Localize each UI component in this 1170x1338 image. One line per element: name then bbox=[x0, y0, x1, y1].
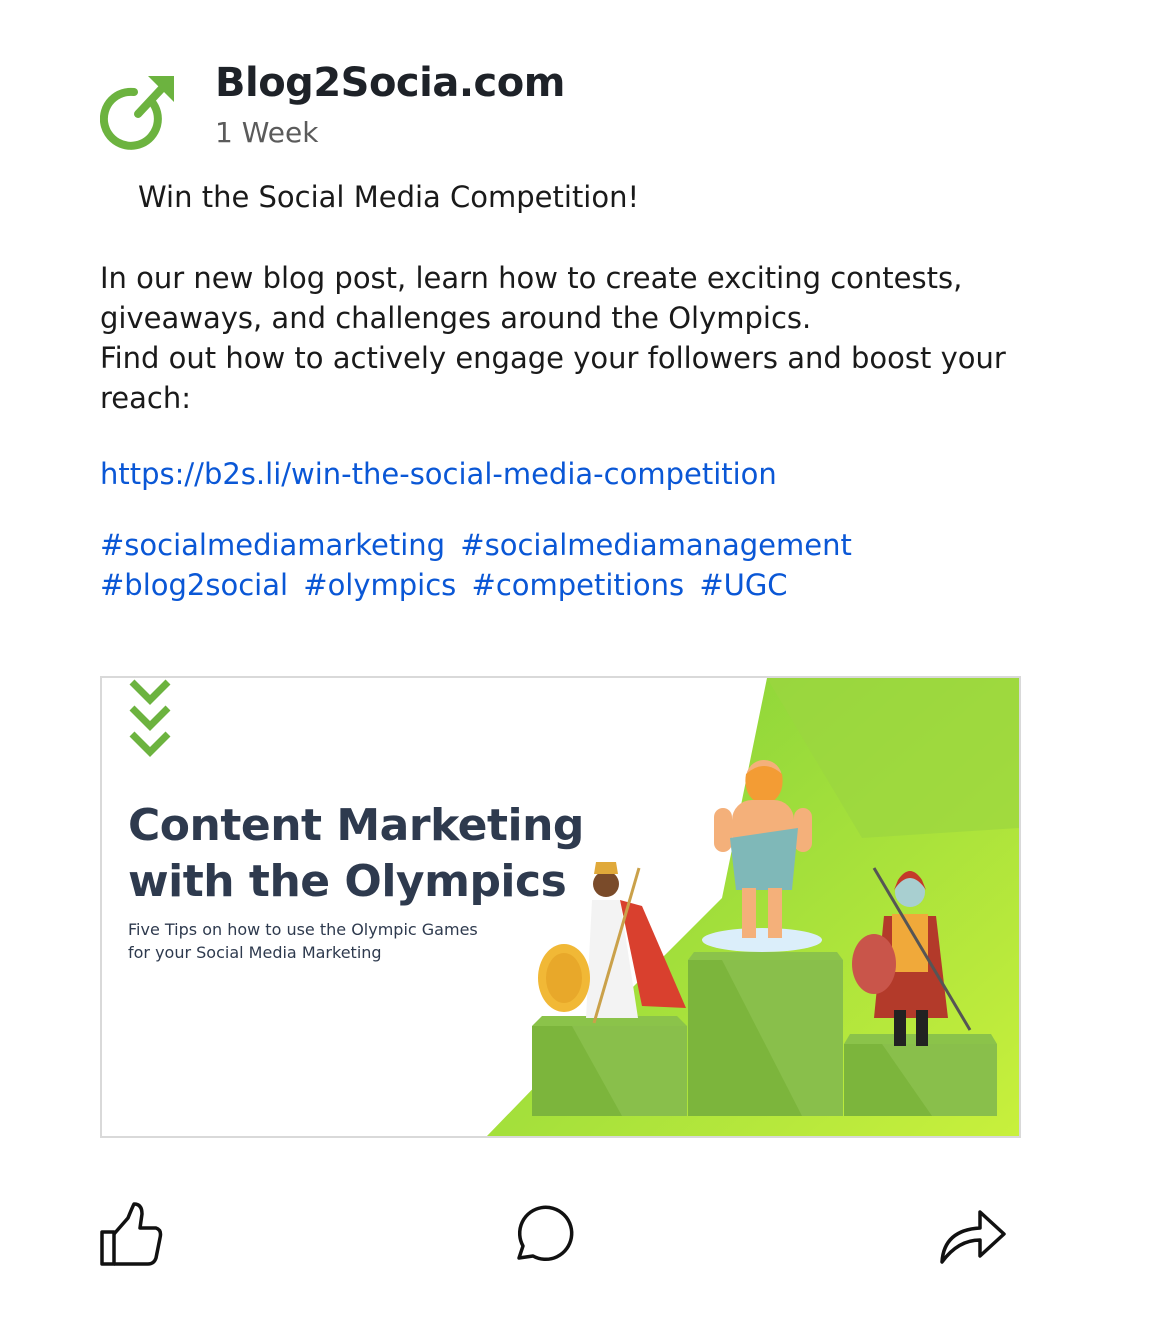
hashtag[interactable]: #UGC bbox=[699, 568, 787, 602]
hashtag[interactable]: #blog2social bbox=[100, 568, 288, 602]
image-title: Content Marketing with the Olympics bbox=[128, 798, 584, 910]
thumbs-up-icon bbox=[100, 1202, 163, 1266]
hashtag[interactable]: #socialmediamarketing bbox=[100, 528, 445, 562]
post-timestamp: 1 Week bbox=[215, 116, 319, 149]
image-subtitle-line: for your Social Media Marketing bbox=[128, 943, 382, 962]
image-subtitle-line: Five Tips on how to use the Olympic Game… bbox=[128, 920, 478, 939]
share-arrow-circle-icon bbox=[99, 76, 174, 150]
avatar[interactable] bbox=[99, 72, 180, 152]
comment-bubble-icon bbox=[517, 1205, 574, 1262]
post-headline: Win the Social Media Competition! bbox=[138, 180, 640, 214]
post-link[interactable]: https://b2s.li/win-the-social-media-comp… bbox=[100, 457, 777, 491]
hashtag[interactable]: #socialmediamanagement bbox=[460, 528, 852, 562]
post-body: In our new blog post, learn how to creat… bbox=[100, 258, 1020, 418]
hashtag-list: #socialmediamarketing #socialmediamanage… bbox=[100, 525, 1060, 605]
image-title-line: Content Marketing bbox=[128, 800, 584, 851]
chevrons-icon bbox=[129, 679, 171, 757]
post-body-paragraph: Find out how to actively engage your fol… bbox=[100, 341, 1006, 415]
share-button[interactable] bbox=[936, 1198, 1006, 1268]
like-button[interactable] bbox=[96, 1198, 166, 1268]
comment-button[interactable] bbox=[505, 1198, 575, 1268]
image-subtitle: Five Tips on how to use the Olympic Game… bbox=[128, 918, 478, 964]
image-title-line: with the Olympics bbox=[128, 856, 567, 907]
share-arrow-icon bbox=[940, 1210, 1006, 1264]
hashtag[interactable]: #olympics bbox=[303, 568, 456, 602]
author-name[interactable]: Blog2Socia.com bbox=[215, 60, 565, 106]
hashtag[interactable]: #competitions bbox=[472, 568, 685, 602]
link-preview-image[interactable]: Content Marketing with the Olympics Five… bbox=[100, 676, 1021, 1138]
post-body-paragraph: In our new blog post, learn how to creat… bbox=[100, 261, 963, 335]
